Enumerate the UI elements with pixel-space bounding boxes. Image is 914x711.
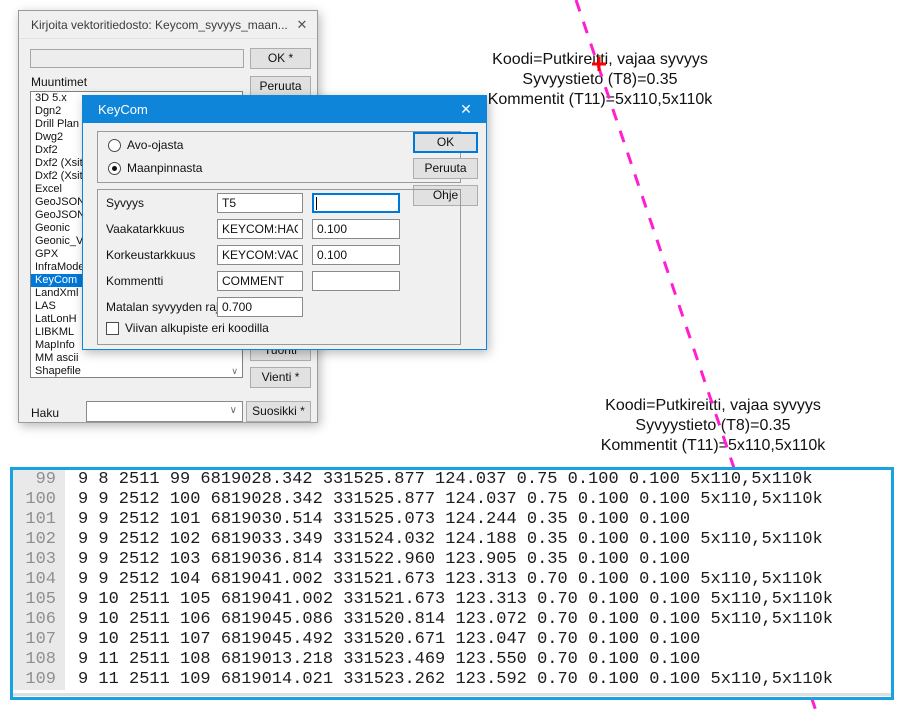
filename-input[interactable] [30,49,244,68]
cancel-button[interactable]: Peruuta [250,76,311,97]
field-tag-input[interactable] [217,297,303,317]
export-button[interactable]: Vienti * [250,367,311,388]
line-text: 9 9 2512 104 6819041.002 331521.673 123.… [65,570,823,590]
dialog-titlebar[interactable]: Kirjoita vektoritiedosto: Keycom_syvyys_… [19,11,317,39]
radio-icon[interactable] [108,139,121,152]
line-text: 9 9 2512 100 6819028.342 331525.877 124.… [65,490,823,510]
radio-label: Avo-ojasta [127,138,183,152]
field-label: Vaakatarkkuus [106,222,185,236]
annotation-line: Syvyystieto (T8)=0.35 [430,70,770,90]
editor-row: 1039 9 2512 103 6819036.814 331522.960 1… [13,550,891,570]
editor-row: 1069 10 2511 106 6819045.086 331520.814 … [13,610,891,630]
line-text: 9 9 2512 103 6819036.814 331522.960 123.… [65,550,690,570]
field-value-input[interactable] [312,219,400,239]
horizontal-scrollbar[interactable] [13,693,891,696]
editor-row: 1079 10 2511 107 6819045.492 331520.671 … [13,630,891,650]
search-label: Haku [31,406,59,420]
field-value-input[interactable] [312,193,400,213]
radio-maanpinnasta[interactable]: Maanpinnasta [108,161,202,175]
line-number: 107 [13,630,65,650]
text-editor-window[interactable]: 999 8 2511 99 6819028.342 331525.877 124… [10,467,894,700]
line-number: 109 [13,670,65,690]
source-groupbox: Avo-ojasta Maanpinnasta [97,131,461,183]
keycom-ok-button[interactable]: OK [413,132,478,153]
line-number: 101 [13,510,65,530]
field-tag-input[interactable] [217,193,303,213]
annotation-line: Syvyystieto (T8)=0.35 [543,416,883,436]
app-canvas: Koodi=Putkireitti, vajaa syvyysSyvyystie… [0,0,914,711]
radio-icon[interactable] [108,162,121,175]
editor-row: 999 8 2511 99 6819028.342 331525.877 124… [13,470,891,490]
ok-button[interactable]: OK * [250,48,311,69]
field-value-input[interactable] [312,245,400,265]
radio-avo-ojasta[interactable]: Avo-ojasta [108,138,183,152]
chevron-down-icon[interactable]: ∨ [231,366,238,376]
editor-row: 1029 9 2512 102 6819033.349 331524.032 1… [13,530,891,550]
fields-groupbox: Viivan alkupiste eri koodilla Syvyys Vaak… [97,189,461,345]
field-tag-input[interactable] [217,245,303,265]
field-row: Syvyys [98,193,460,213]
annotation-line: Koodi=Putkireitti, vajaa syvyys [543,396,883,416]
editor-row: 1019 9 2512 101 6819030.514 331525.073 1… [13,510,891,530]
field-tag-input[interactable] [217,271,303,291]
field-row: Vaakatarkkuus [98,219,460,239]
field-label: Syvyys [106,196,144,210]
keycom-cancel-button[interactable]: Peruuta [413,158,478,179]
field-label: Kommentti [106,274,163,288]
editor-rows: 999 8 2511 99 6819028.342 331525.877 124… [13,470,891,697]
keycom-title: KeyCom [83,102,446,117]
search-combobox[interactable]: ∨ [86,401,243,422]
chevron-down-icon[interactable]: ∨ [230,405,237,416]
keycom-dialog: KeyCom ✕ Avo-ojasta Maanpinnasta OK Peru… [82,95,487,350]
dialog-title: Kirjoita vektoritiedosto: Keycom_syvyys_… [19,18,287,32]
line-text: 9 11 2511 108 6819013.218 331523.469 123… [65,650,700,670]
close-icon[interactable]: ✕ [446,101,486,118]
line-number: 100 [13,490,65,510]
line-text: 9 9 2512 102 6819033.349 331524.032 124.… [65,530,823,550]
editor-row: 1009 9 2512 100 6819028.342 331525.877 1… [13,490,891,510]
checkbox-viivan-alkupiste[interactable]: Viivan alkupiste eri koodilla [106,321,269,335]
editor-row: 1089 11 2511 108 6819013.218 331523.469 … [13,650,891,670]
line-text: 9 10 2511 105 6819041.002 331521.673 123… [65,590,833,610]
field-row: Matalan syvyyden raja [98,297,460,317]
close-icon[interactable]: ✕ [287,17,317,33]
line-text: 9 8 2511 99 6819028.342 331525.877 124.0… [65,470,813,490]
line-text: 9 10 2511 107 6819045.492 331520.671 123… [65,630,700,650]
line-number: 108 [13,650,65,670]
favorites-button[interactable]: Suosikki * [246,401,311,422]
annotation-line: Kommentit (T11)=5x110,5x110k [543,436,883,456]
field-label: Korkeustarkkuus [106,248,195,262]
line-number: 99 [13,470,65,490]
line-number: 103 [13,550,65,570]
annotation-block-bottom: Koodi=Putkireitti, vajaa syvyysSyvyystie… [543,396,883,456]
converters-label: Muuntimet [31,75,87,89]
converter-option[interactable]: MM ascii [31,352,242,365]
field-row: Korkeustarkkuus [98,245,460,265]
field-label: Matalan syvyyden raja [106,300,225,314]
line-number: 102 [13,530,65,550]
annotation-line: Koodi=Putkireitti, vajaa syvyys [430,50,770,70]
editor-row: 1049 9 2512 104 6819041.002 331521.673 1… [13,570,891,590]
editor-row: 1059 10 2511 105 6819041.002 331521.673 … [13,590,891,610]
line-number: 105 [13,590,65,610]
field-value-input[interactable] [312,271,400,291]
checkbox-icon[interactable] [106,322,119,335]
radio-label: Maanpinnasta [127,161,202,175]
line-number: 104 [13,570,65,590]
line-text: 9 11 2511 109 6819014.021 331523.262 123… [65,670,833,690]
editor-row: 1099 11 2511 109 6819014.021 331523.262 … [13,670,891,690]
keycom-titlebar[interactable]: KeyCom ✕ [83,96,486,123]
line-number: 106 [13,610,65,630]
converter-option[interactable]: Shapefile [31,365,242,378]
line-text: 9 10 2511 106 6819045.086 331520.814 123… [65,610,833,630]
field-tag-input[interactable] [217,219,303,239]
line-text: 9 9 2512 101 6819030.514 331525.073 124.… [65,510,690,530]
field-row: Kommentti [98,271,460,291]
checkbox-label: Viivan alkupiste eri koodilla [125,321,269,335]
